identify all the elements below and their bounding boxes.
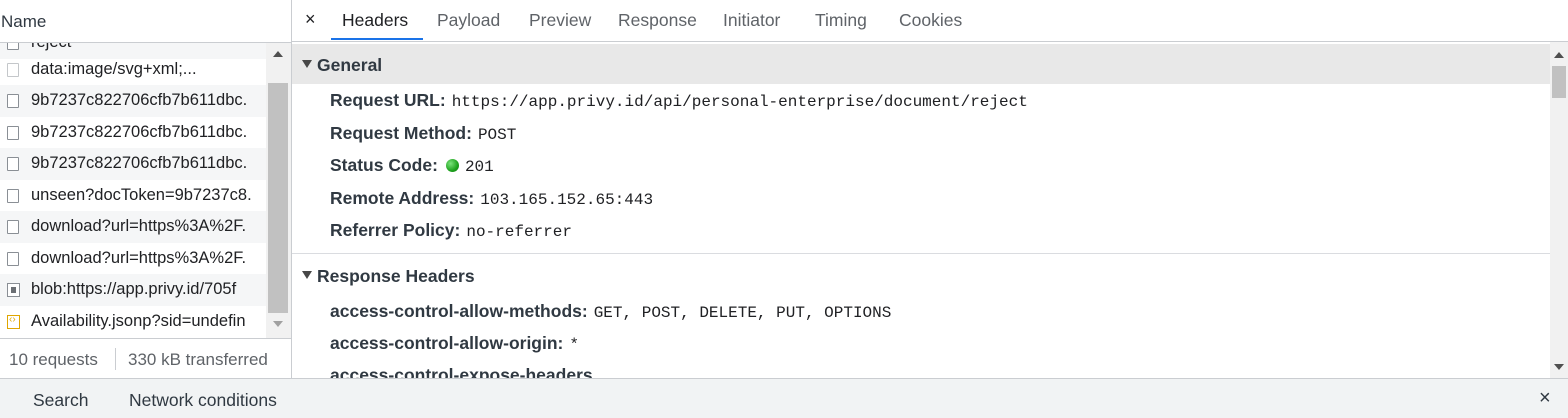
checkbox-icon bbox=[7, 252, 19, 266]
detail-tab-bar: × Headers Payload Preview Response Initi… bbox=[292, 0, 1568, 42]
response-headers-section-title: Response Headers bbox=[317, 266, 475, 286]
request-row[interactable]: 9b7237c822706cfb7b611dbc. bbox=[0, 117, 266, 149]
field-key: Remote Address: bbox=[330, 188, 475, 208]
request-row[interactable]: data:image/svg+xml;... bbox=[0, 54, 266, 86]
headers-content: General Request URL: https://app.privy.id… bbox=[292, 42, 1550, 378]
tab-headers[interactable]: Headers bbox=[342, 10, 408, 31]
checkbox-icon bbox=[7, 157, 19, 171]
response-header-row: access-control-expose-headers bbox=[330, 365, 599, 378]
drawer-tab-search[interactable]: Search bbox=[33, 390, 88, 411]
detail-scrollbar[interactable] bbox=[1550, 42, 1568, 378]
referrer-policy-row: Referrer Policy: no-referrer bbox=[330, 220, 572, 241]
request-url-row: Request URL: https://app.privy.id/api/per… bbox=[330, 90, 1028, 111]
request-name: blob:https://app.privy.id/705f bbox=[31, 280, 237, 298]
field-value: * bbox=[569, 336, 579, 354]
request-row[interactable]: 9b7237c822706cfb7b611dbc. bbox=[0, 148, 266, 180]
general-section-title: General bbox=[317, 55, 383, 75]
referrer-policy-value: no-referrer bbox=[466, 223, 572, 241]
script-file-icon bbox=[7, 314, 20, 329]
scrollbar-thumb[interactable] bbox=[1552, 66, 1566, 98]
request-row[interactable]: download?url=https%3A%2F. bbox=[0, 211, 266, 243]
request-name: data:image/svg+xml;... bbox=[31, 60, 197, 78]
checkbox-icon bbox=[7, 189, 19, 203]
status-divider bbox=[115, 348, 116, 370]
tab-timing[interactable]: Timing bbox=[815, 10, 867, 31]
scroll-down-arrow-icon[interactable] bbox=[1554, 364, 1564, 370]
expand-triangle-icon bbox=[302, 271, 312, 279]
name-column-label: Name bbox=[1, 12, 47, 31]
request-name: Availability.jsonp?sid=undefin bbox=[31, 312, 246, 330]
request-name: unseen?docToken=9b7237c8. bbox=[31, 186, 252, 204]
name-column-header[interactable]: Name bbox=[0, 0, 291, 43]
response-headers-section-header[interactable]: Response Headers bbox=[292, 255, 1550, 295]
checkbox-icon bbox=[7, 220, 19, 234]
request-list-panel: Name reject data:image/svg+xml;... 9b723… bbox=[0, 0, 292, 379]
request-row[interactable]: download?url=https%3A%2F. bbox=[0, 243, 266, 275]
network-status-bar: 10 requests 330 kB transferred bbox=[0, 338, 291, 379]
section-divider bbox=[292, 253, 1550, 254]
close-drawer-icon[interactable]: × bbox=[1539, 387, 1551, 410]
status-success-dot-icon bbox=[445, 159, 459, 172]
remote-address-row: Remote Address: 103.165.152.65:443 bbox=[330, 188, 653, 209]
tab-initiator[interactable]: Initiator bbox=[723, 10, 780, 31]
blob-file-icon bbox=[7, 283, 20, 297]
field-key: access-control-expose-headers bbox=[330, 365, 593, 378]
general-section-header[interactable]: General bbox=[292, 44, 1550, 84]
tab-payload[interactable]: Payload bbox=[437, 10, 500, 31]
scroll-down-arrow-icon[interactable] bbox=[273, 321, 283, 327]
request-list-scrollbar[interactable] bbox=[266, 43, 291, 338]
request-method-value: POST bbox=[477, 126, 517, 144]
checkbox-icon bbox=[7, 63, 19, 77]
request-name: download?url=https%3A%2F. bbox=[31, 249, 247, 267]
request-row[interactable]: unseen?docToken=9b7237c8. bbox=[0, 180, 266, 212]
request-count: 10 requests bbox=[9, 350, 98, 369]
tab-preview[interactable]: Preview bbox=[529, 10, 591, 31]
request-name: 9b7237c822706cfb7b611dbc. bbox=[31, 154, 248, 172]
field-key: access-control-allow-origin: bbox=[330, 333, 564, 353]
request-row[interactable]: 9b7237c822706cfb7b611dbc. bbox=[0, 85, 266, 117]
scroll-up-arrow-icon[interactable] bbox=[1554, 52, 1564, 58]
request-name: 9b7237c822706cfb7b611dbc. bbox=[31, 123, 248, 141]
tab-cookies[interactable]: Cookies bbox=[899, 10, 962, 31]
field-key: Request URL: bbox=[330, 90, 446, 110]
transferred-size: 330 kB transferred bbox=[128, 350, 268, 369]
scroll-up-arrow-icon[interactable] bbox=[273, 51, 283, 57]
request-detail-panel: × Headers Payload Preview Response Initi… bbox=[292, 0, 1568, 378]
tab-response[interactable]: Response bbox=[618, 10, 697, 31]
field-key: Request Method: bbox=[330, 123, 472, 143]
request-name: download?url=https%3A%2F. bbox=[31, 217, 247, 235]
status-code-row: Status Code: 201 bbox=[330, 155, 494, 176]
field-key: Referrer Policy: bbox=[330, 220, 461, 240]
field-key: access-control-allow-methods: bbox=[330, 301, 588, 321]
close-detail-icon[interactable]: × bbox=[305, 9, 316, 30]
request-name: reject bbox=[31, 43, 71, 52]
checkbox-icon bbox=[7, 43, 19, 50]
field-value: GET, POST, DELETE, PUT, OPTIONS bbox=[593, 304, 892, 322]
remote-address-value: 103.165.152.65:443 bbox=[480, 191, 654, 209]
checkbox-icon bbox=[7, 126, 19, 140]
expand-triangle-icon bbox=[302, 60, 312, 68]
status-code-value: 201 bbox=[464, 158, 494, 176]
request-name: 9b7237c822706cfb7b611dbc. bbox=[31, 91, 248, 109]
request-method-row: Request Method: POST bbox=[330, 123, 516, 144]
request-url-value: https://app.privy.id/api/personal-enterp… bbox=[451, 93, 1028, 111]
request-row[interactable]: Availability.jsonp?sid=undefin bbox=[0, 306, 266, 338]
request-row[interactable]: blob:https://app.privy.id/705f bbox=[0, 274, 266, 306]
active-tab-indicator bbox=[331, 38, 423, 40]
request-list: reject data:image/svg+xml;... 9b7237c822… bbox=[0, 43, 266, 338]
response-header-row: access-control-allow-methods: GET, POST, … bbox=[330, 301, 891, 322]
checkbox-icon bbox=[7, 94, 19, 108]
response-header-row: access-control-allow-origin: * bbox=[330, 333, 579, 354]
drawer-tab-bar: Search Network conditions × bbox=[0, 378, 1568, 418]
drawer-tab-network-conditions[interactable]: Network conditions bbox=[129, 390, 277, 411]
field-key: Status Code: bbox=[330, 155, 438, 175]
scrollbar-thumb[interactable] bbox=[268, 83, 288, 313]
